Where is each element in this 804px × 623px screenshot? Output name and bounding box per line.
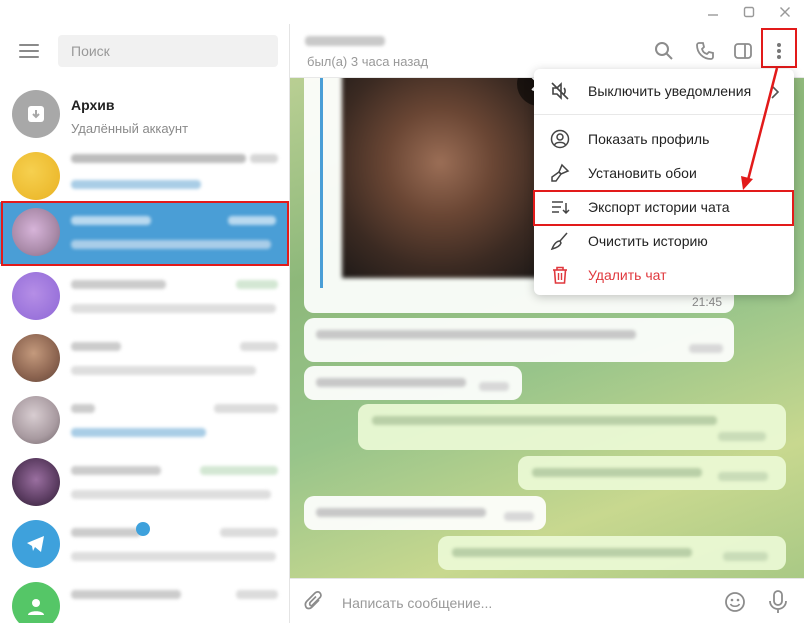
chevron-right-icon bbox=[771, 85, 780, 99]
verified-icon bbox=[136, 522, 150, 536]
highlight-box-more-options bbox=[761, 28, 797, 68]
broom-icon bbox=[550, 232, 568, 251]
attach-icon[interactable] bbox=[304, 591, 324, 618]
search-input[interactable]: Поиск bbox=[58, 35, 278, 67]
chat-options-menu: Выключить уведомления Показать профиль У… bbox=[534, 69, 794, 295]
message-input[interactable]: Написать сообщение... bbox=[342, 595, 492, 611]
photo-thumbnail[interactable] bbox=[342, 78, 538, 278]
message-bubble-in[interactable] bbox=[304, 366, 522, 400]
sidebar-item-archive[interactable]: Архив Удалённый аккаунт bbox=[0, 84, 289, 146]
menu-item-label: Выключить уведомления bbox=[588, 83, 752, 99]
list-item[interactable] bbox=[0, 328, 289, 390]
message-bubble-in[interactable] bbox=[304, 318, 734, 362]
maximize-icon[interactable] bbox=[733, 0, 765, 24]
message-bubble-out[interactable] bbox=[518, 456, 786, 490]
list-item[interactable] bbox=[0, 452, 289, 514]
archive-subtitle: Удалённый аккаунт bbox=[71, 121, 189, 136]
chat-title-blurred bbox=[305, 36, 385, 46]
close-window-icon[interactable] bbox=[769, 0, 801, 24]
highlight-box-selected-chat bbox=[1, 201, 289, 266]
window-titlebar bbox=[0, 0, 804, 24]
mute-icon bbox=[551, 82, 569, 100]
highlight-box-export bbox=[533, 190, 794, 226]
telegram-icon bbox=[12, 520, 60, 568]
message-bubble-in[interactable] bbox=[304, 496, 546, 530]
message-bubble-out[interactable] bbox=[438, 536, 786, 570]
menu-item-label: Показать профиль bbox=[588, 131, 710, 147]
list-item[interactable] bbox=[0, 146, 289, 208]
avatar bbox=[12, 582, 60, 623]
phone-icon[interactable] bbox=[693, 39, 717, 63]
list-item[interactable] bbox=[0, 514, 289, 576]
profile-icon bbox=[550, 129, 570, 149]
avatar bbox=[12, 272, 60, 320]
menu-divider bbox=[534, 114, 794, 115]
message-input-bar: Написать сообщение... bbox=[290, 578, 804, 623]
menu-item-delete-chat[interactable]: Удалить чат bbox=[534, 258, 794, 292]
avatar bbox=[12, 152, 60, 200]
emoji-icon[interactable] bbox=[724, 591, 746, 618]
trash-icon bbox=[553, 266, 567, 284]
list-item[interactable] bbox=[0, 390, 289, 452]
menu-item-label: Удалить чат bbox=[588, 267, 667, 283]
chat-list-sidebar: Поиск Архив Удалённый аккаунт bbox=[0, 24, 290, 623]
minimize-icon[interactable] bbox=[697, 0, 729, 24]
message-bubble-out[interactable] bbox=[358, 404, 786, 450]
avatar bbox=[12, 334, 60, 382]
hamburger-menu-icon[interactable] bbox=[19, 44, 39, 58]
menu-item-clear-history[interactable]: Очистить историю bbox=[534, 224, 794, 258]
search-icon[interactable] bbox=[652, 39, 676, 63]
list-item[interactable] bbox=[0, 266, 289, 328]
menu-item-label: Очистить историю bbox=[588, 233, 708, 249]
list-item[interactable] bbox=[0, 576, 289, 623]
archive-title: Архив bbox=[71, 97, 115, 113]
archive-icon bbox=[12, 90, 60, 138]
menu-item-show-profile[interactable]: Показать профиль bbox=[534, 122, 794, 156]
last-seen-status: был(а) 3 часа назад bbox=[307, 54, 429, 69]
menu-item-set-wallpaper[interactable]: Установить обои bbox=[534, 156, 794, 190]
avatar bbox=[12, 396, 60, 444]
brush-icon bbox=[551, 163, 570, 182]
microphone-icon[interactable] bbox=[768, 590, 788, 619]
sidebar-toggle-icon[interactable] bbox=[731, 39, 755, 63]
menu-item-mute[interactable]: Выключить уведомления bbox=[534, 74, 794, 108]
avatar bbox=[12, 458, 60, 506]
message-time: 21:45 bbox=[692, 295, 723, 309]
menu-item-label: Установить обои bbox=[588, 165, 697, 181]
